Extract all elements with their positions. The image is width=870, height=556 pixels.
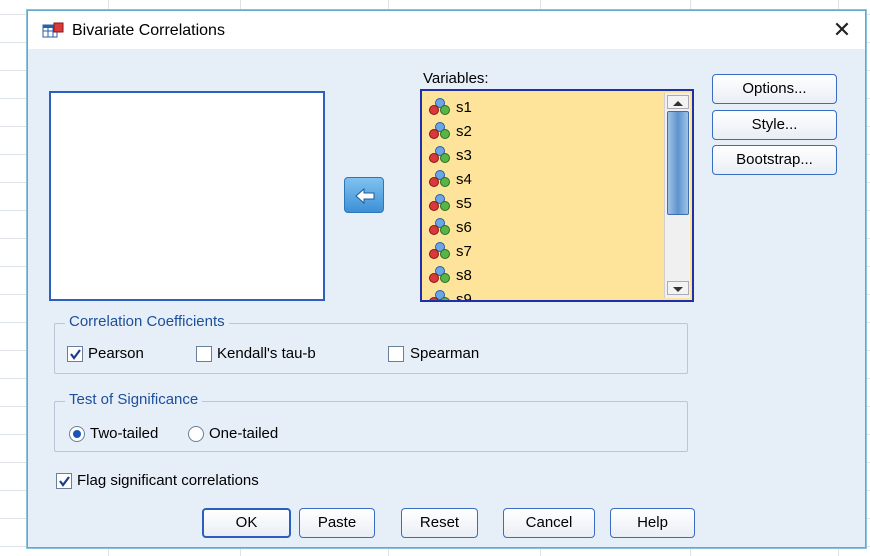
flag-significant-checkbox[interactable]	[56, 473, 72, 489]
spearman-label: Spearman	[410, 345, 480, 362]
one-tailed-radio[interactable]	[188, 426, 204, 442]
list-item[interactable]: s1	[428, 95, 472, 119]
cancel-button[interactable]: Cancel	[503, 508, 595, 538]
variable-name: s9	[456, 290, 472, 302]
flag-significant-label: Flag significant correlations	[77, 472, 259, 489]
list-item[interactable]: s6	[428, 215, 472, 239]
scale-variable-icon	[429, 194, 450, 211]
scale-variable-icon	[429, 290, 450, 300]
help-button[interactable]: Help	[610, 508, 695, 538]
two-tailed-radio[interactable]	[69, 426, 85, 442]
variable-name: s5	[456, 194, 472, 212]
scroll-down-button[interactable]	[667, 281, 689, 295]
one-tailed-label: One-tailed	[209, 425, 279, 442]
scale-variable-icon	[429, 218, 450, 235]
scale-variable-icon	[429, 98, 450, 115]
chevron-up-icon	[673, 101, 683, 106]
ok-button[interactable]: OK	[202, 508, 291, 538]
list-item[interactable]: s2	[428, 119, 472, 143]
checkmark-icon	[70, 349, 81, 360]
variable-name: s2	[456, 122, 472, 140]
scale-variable-icon	[429, 266, 450, 283]
scale-variable-icon	[429, 146, 450, 163]
scroll-up-button[interactable]	[667, 95, 689, 109]
source-variable-list[interactable]	[49, 91, 325, 301]
scale-variable-icon	[429, 122, 450, 139]
variable-name: s3	[456, 146, 472, 164]
dialog-title: Bivariate Correlations	[72, 22, 225, 39]
bootstrap-button[interactable]: Bootstrap...	[712, 145, 837, 175]
spearman-checkbox[interactable]	[388, 346, 404, 362]
pearson-label: Pearson	[88, 345, 144, 362]
arrow-left-icon	[355, 188, 375, 204]
correlation-coefficients-group: Correlation Coefficients Pearson Kendall…	[54, 313, 688, 374]
chevron-down-icon	[673, 287, 683, 292]
reset-button[interactable]: Reset	[401, 508, 478, 538]
test-of-significance-group: Test of Significance Two-tailed One-tail…	[54, 391, 688, 452]
variable-name: s8	[456, 266, 472, 284]
kendall-label: Kendall's tau-b	[217, 345, 316, 362]
bivariate-correlations-dialog: Bivariate Correlations ✕ Variables: s1 s…	[27, 10, 866, 548]
variable-name: s7	[456, 242, 472, 260]
group-legend: Test of Significance	[65, 391, 203, 408]
variable-name: s4	[456, 170, 472, 188]
scale-variable-icon	[429, 170, 450, 187]
style-button[interactable]: Style...	[712, 110, 837, 140]
variable-name: s6	[456, 218, 472, 236]
group-legend: Correlation Coefficients	[65, 313, 229, 330]
list-item[interactable]: s8	[428, 263, 472, 287]
list-item[interactable]: s9	[428, 287, 472, 302]
variable-name: s1	[456, 98, 472, 116]
spss-correlation-icon	[42, 22, 64, 38]
list-item[interactable]: s4	[428, 167, 472, 191]
variables-label: Variables:	[423, 70, 489, 87]
move-variable-button[interactable]	[344, 177, 384, 213]
list-item[interactable]: s5	[428, 191, 472, 215]
kendall-checkbox[interactable]	[196, 346, 212, 362]
pearson-checkbox[interactable]	[67, 346, 83, 362]
list-item[interactable]: s3	[428, 143, 472, 167]
two-tailed-label: Two-tailed	[90, 425, 159, 442]
title-bar[interactable]: Bivariate Correlations ✕	[28, 11, 865, 49]
variables-list[interactable]: s1 s2 s3 s4 s5 s6 s7 s8 s9	[420, 89, 694, 302]
scroll-thumb[interactable]	[667, 111, 689, 215]
close-button[interactable]: ✕	[829, 17, 855, 43]
paste-button[interactable]: Paste	[299, 508, 375, 538]
scale-variable-icon	[429, 242, 450, 259]
variables-scrollbar[interactable]	[664, 93, 690, 298]
checkmark-icon	[59, 476, 70, 487]
options-button[interactable]: Options...	[712, 74, 837, 104]
list-item[interactable]: s7	[428, 239, 472, 263]
